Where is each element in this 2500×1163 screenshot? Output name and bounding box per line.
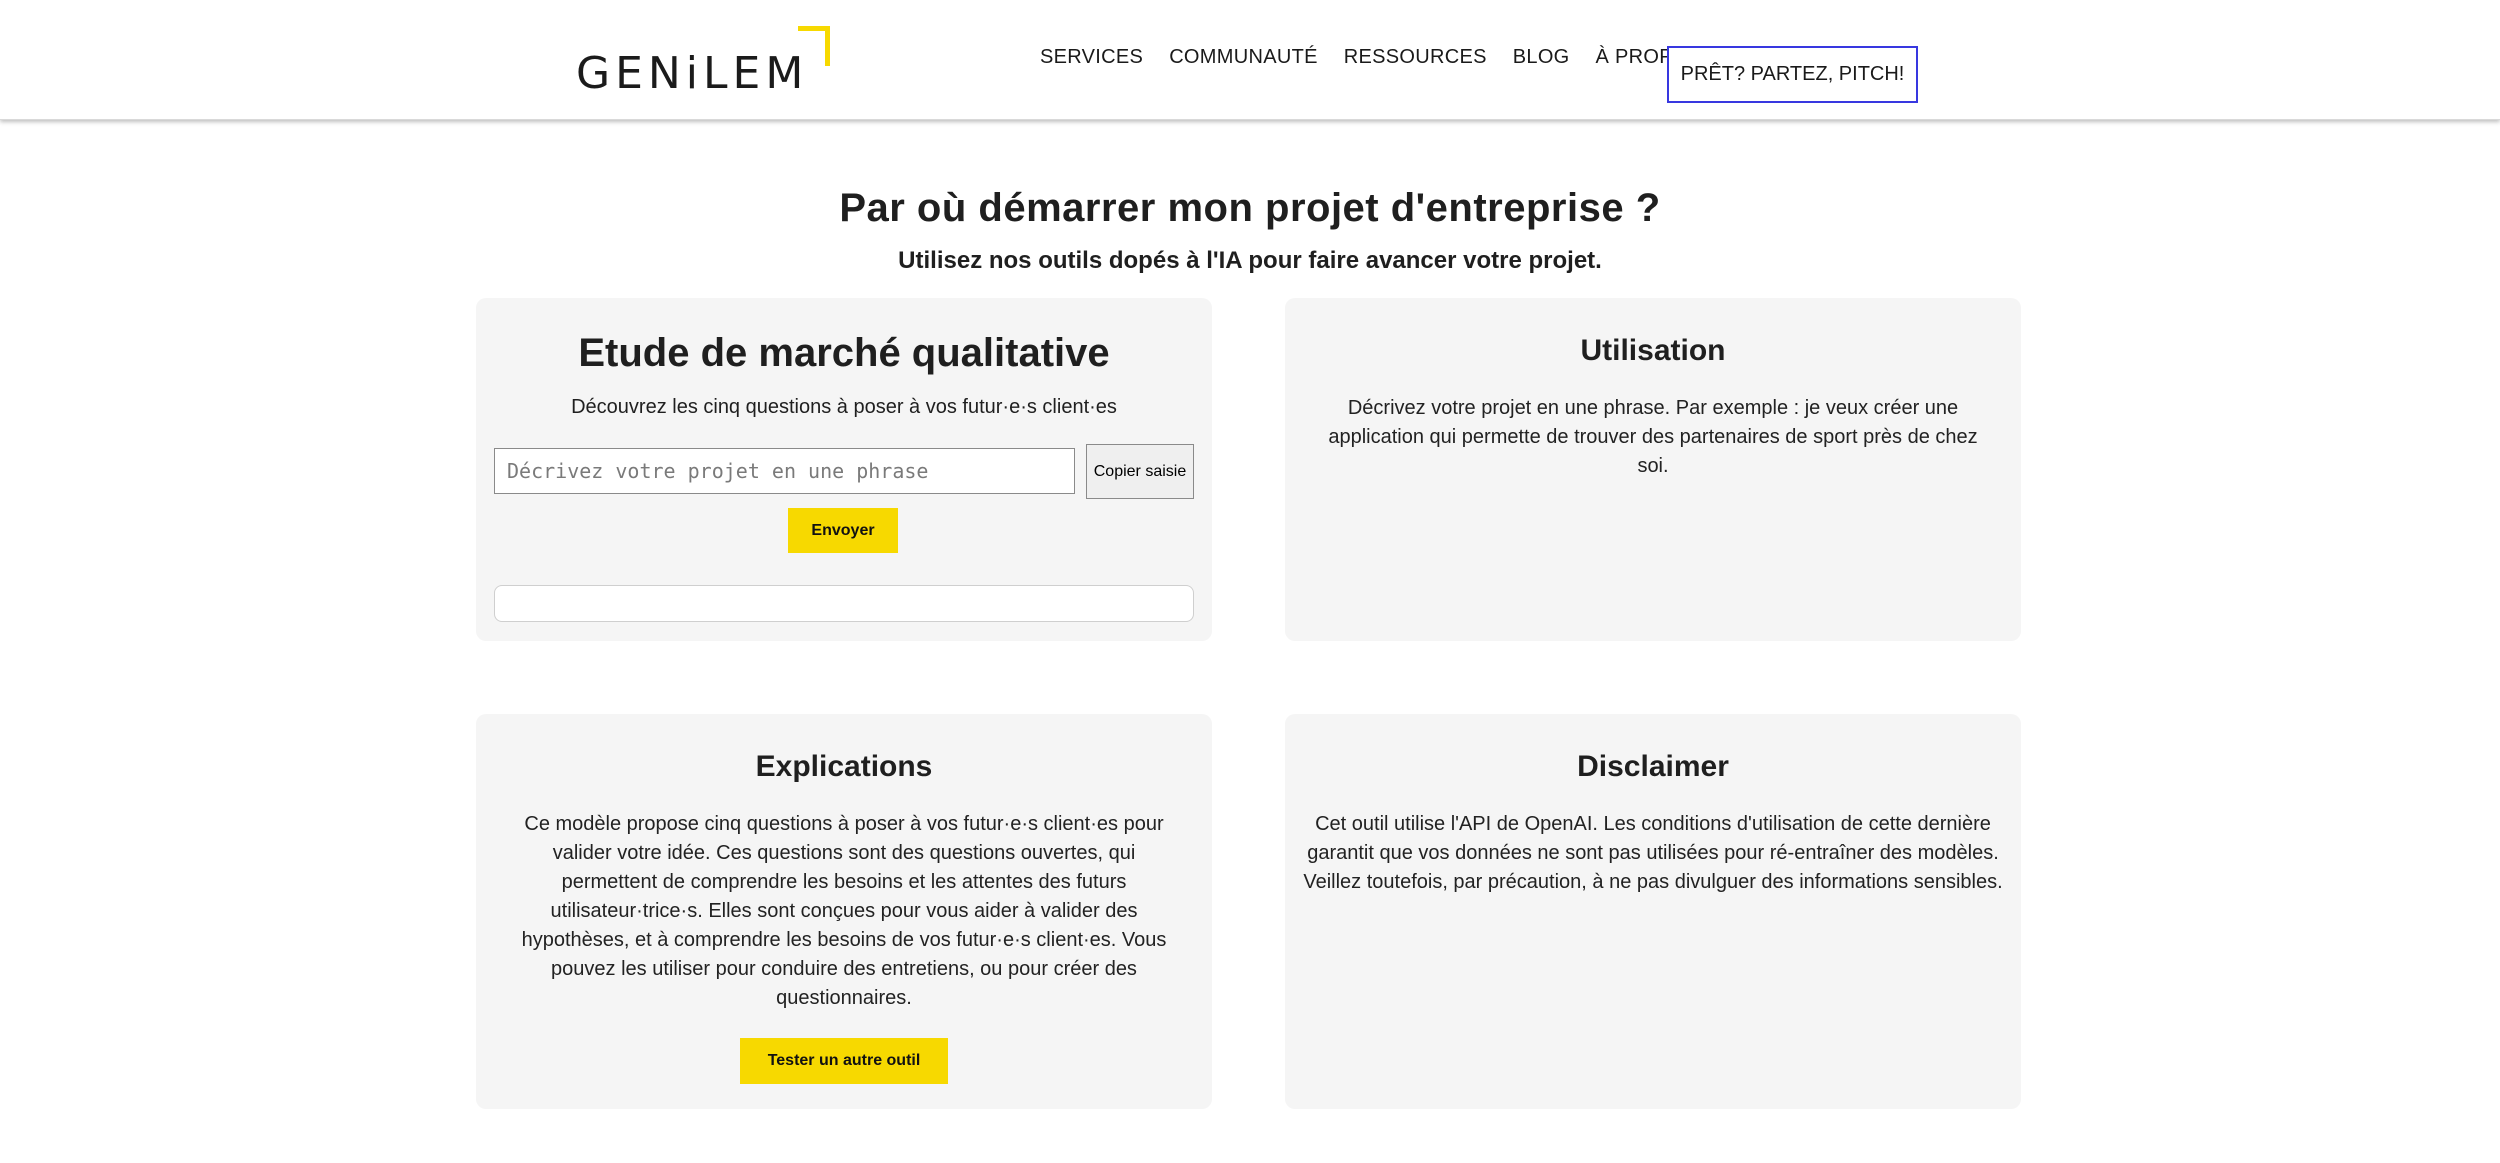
usage-title: Utilisation	[1580, 334, 1726, 367]
market-study-title: Etude de marché qualitative	[578, 331, 1110, 375]
try-another-tool-button[interactable]: Tester un autre outil	[740, 1038, 948, 1084]
nav-communaute[interactable]: COMMUNAUTÉ	[1169, 46, 1318, 69]
copy-input-button[interactable]: Copier saisie	[1086, 444, 1194, 499]
page-subtitle: Utilisez nos outils dopés à l'IA pour fa…	[898, 247, 1602, 274]
pitch-cta-button[interactable]: PRÊT? PARTEZ, PITCH!	[1667, 46, 1918, 103]
genilem-logo[interactable]: GENiLEM	[576, 26, 836, 99]
nav-services[interactable]: SERVICES	[1040, 46, 1143, 69]
disclaimer-card: Disclaimer Cet outil utilise l'API de Op…	[1285, 714, 2021, 1109]
disclaimer-text: Cet outil utilise l'API de OpenAI. Les c…	[1303, 813, 2003, 893]
nav-blog[interactable]: BLOG	[1513, 46, 1570, 69]
usage-text: Décrivez votre projet en une phrase. Par…	[1328, 397, 1978, 477]
market-study-card: Etude de marché qualitative Découvrez le…	[476, 298, 1212, 641]
send-button[interactable]: Envoyer	[788, 508, 898, 553]
main-nav: SERVICES COMMUNAUTÉ RESSOURCES BLOG À PR…	[1040, 46, 1702, 69]
site-header: GENiLEM SERVICES COMMUNAUTÉ RESSOURCES B…	[0, 0, 2500, 120]
page-title: Par où démarrer mon projet d'entreprise …	[839, 186, 1661, 230]
market-study-lead: Découvrez les cinq questions à poser à v…	[571, 396, 1117, 418]
nav-ressources[interactable]: RESSOURCES	[1344, 46, 1487, 69]
usage-card: Utilisation Décrivez votre projet en une…	[1285, 298, 2021, 641]
result-output-box	[494, 585, 1194, 622]
explanations-text: Ce modèle propose cinq questions à poser…	[521, 813, 1167, 1009]
logo-corner-mark	[798, 26, 830, 66]
explanations-card: Explications Ce modèle propose cinq ques…	[476, 714, 1212, 1109]
logo-text: GENiLEM	[576, 48, 809, 99]
project-description-input[interactable]	[494, 448, 1075, 494]
disclaimer-title: Disclaimer	[1577, 750, 1729, 783]
explanations-title: Explications	[755, 750, 933, 783]
